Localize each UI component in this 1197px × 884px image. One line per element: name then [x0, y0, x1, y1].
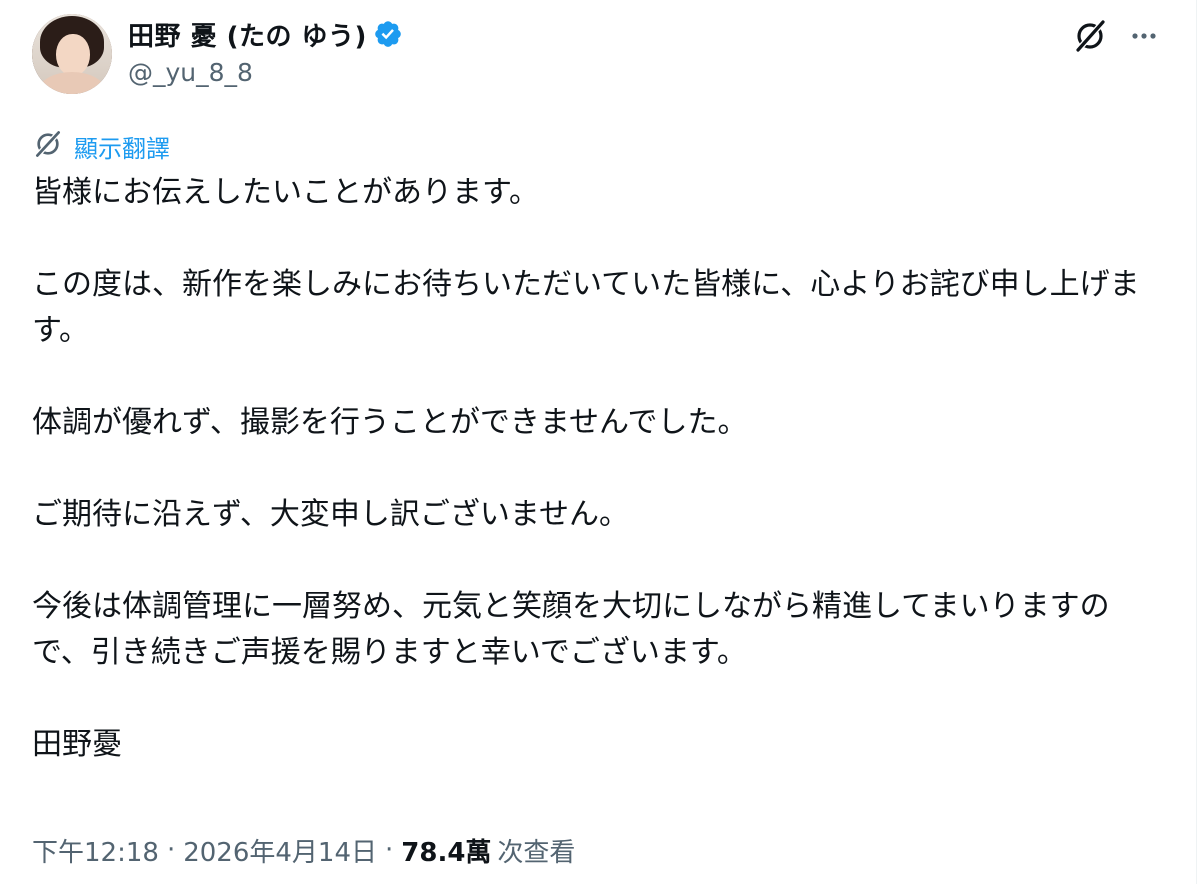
- tweet-detail: 田野 憂 (たの ゆう) @_yu_8_8 顯示翻譯 皆様にお伝えしたいことがあ…: [0, 0, 1197, 884]
- tweet-paragraph: 皆様にお伝えしたいことがあります。: [32, 175, 539, 210]
- show-translation-label[interactable]: 顯示翻譯: [74, 129, 170, 164]
- author-handle[interactable]: @_yu_8_8: [128, 58, 253, 87]
- author-name-row[interactable]: 田野 憂 (たの ゆう): [128, 16, 403, 52]
- tweet-date[interactable]: 2026年4月14日: [183, 832, 377, 869]
- avatar[interactable]: [32, 14, 112, 94]
- tweet-paragraph: この度は、新作を楽しみにお待ちいただいていた皆様に、心よりお詫び申し上げます。: [32, 267, 1140, 348]
- views-count[interactable]: 78.4萬: [401, 832, 491, 869]
- author-display-name[interactable]: 田野 憂 (たの ゆう): [128, 16, 367, 53]
- views-label: 次查看: [497, 837, 576, 868]
- tweet-meta: 下午12:18 · 2026年4月14日 · 78.4萬 次查看: [32, 830, 575, 870]
- show-translation-button[interactable]: 顯示翻譯: [32, 128, 170, 164]
- separator: ·: [166, 835, 176, 865]
- grok-translate-icon: [32, 128, 64, 164]
- tweet-signature: 田野憂: [32, 727, 122, 762]
- grok-icon[interactable]: [1070, 16, 1110, 56]
- tweet-paragraph: 今後は体調管理に一層努め、元気と笑顔を大切にしながら精進してまいりますので、引き…: [32, 589, 1110, 670]
- tweet-paragraph: 体調が優れず、撮影を行うことができませんでした。: [32, 405, 748, 440]
- more-options-icon[interactable]: [1124, 16, 1164, 56]
- tweet-text: 皆様にお伝えしたいことがあります。 この度は、新作を楽しみにお待ちいただいていた…: [32, 170, 1162, 768]
- tweet-paragraph: ご期待に沿えず、大変申し訳ございません。: [32, 497, 629, 532]
- tweet-time[interactable]: 下午12:18: [32, 832, 159, 869]
- verified-badge-icon[interactable]: [373, 19, 403, 49]
- separator: ·: [385, 835, 394, 865]
